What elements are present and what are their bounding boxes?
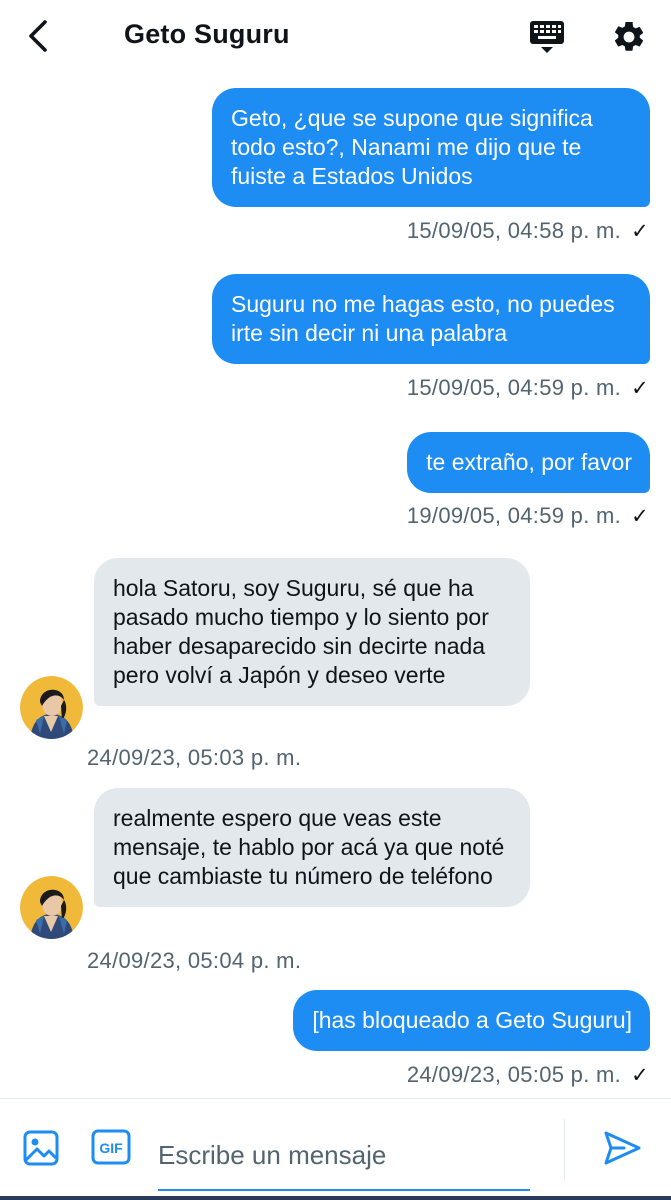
conversation-header: Geto Suguru [0, 0, 671, 76]
sent-check-icon: ✓ [631, 505, 649, 528]
message-text: Suguru no me hagas esto, no puedes irte … [231, 291, 615, 346]
image-icon [23, 1130, 59, 1166]
message-meta: 15/09/05, 04:59 p. m. ✓ [407, 375, 649, 401]
message-meta: 24/09/23, 05:05 p. m. ✓ [407, 1062, 649, 1088]
message-timestamp: 24/09/23, 05:03 p. m. [87, 745, 302, 770]
send-icon [604, 1131, 641, 1165]
keyboard-icon [530, 21, 564, 53]
sent-check-icon: ✓ [631, 377, 649, 400]
sent-check-icon: ✓ [631, 1064, 649, 1087]
add-gif-button[interactable]: GIF [91, 1129, 131, 1165]
message-meta: 19/09/05, 04:59 p. m. ✓ [407, 503, 649, 529]
message-text: Geto, ¿que se supone que significa todo … [231, 105, 593, 189]
send-button[interactable] [602, 1129, 642, 1167]
conversation-title: Geto Suguru [124, 19, 290, 49]
dm-conversation-screen: Geto Suguru Geto, ¿que se supone que sig… [0, 0, 671, 1200]
message-timestamp: 15/09/05, 04:59 p. m. [406, 375, 622, 400]
message-timestamp: 15/09/05, 04:58 p. m. [406, 218, 622, 243]
message-input[interactable] [158, 1121, 530, 1191]
message-meta: 15/09/05, 04:58 p. m. ✓ [407, 218, 649, 244]
gif-label: GIF [99, 1140, 123, 1156]
gif-icon: GIF [91, 1129, 131, 1165]
keyboard-toggle-button[interactable] [526, 16, 568, 58]
settings-button[interactable] [608, 16, 650, 58]
sent-check-icon: ✓ [631, 220, 649, 243]
outgoing-message-bubble[interactable]: Suguru no me hagas esto, no puedes irte … [212, 274, 650, 364]
avatar-image [20, 676, 83, 739]
outgoing-message-bubble[interactable]: Geto, ¿que se supone que significa todo … [212, 88, 650, 207]
message-text: [has bloqueado a Geto Suguru] [312, 1007, 632, 1033]
avatar[interactable] [20, 876, 83, 939]
avatar-image [20, 876, 83, 939]
incoming-message-bubble[interactable]: realmente espero que veas este mensaje, … [94, 788, 530, 907]
message-text: realmente espero que veas este mensaje, … [113, 805, 505, 889]
incoming-message-bubble[interactable]: hola Satoru, soy Suguru, sé que ha pasad… [94, 558, 530, 706]
message-text: hola Satoru, soy Suguru, sé que ha pasad… [113, 575, 489, 688]
message-timestamp: 24/09/23, 05:04 p. m. [87, 948, 302, 973]
avatar[interactable] [20, 676, 83, 739]
outgoing-message-bubble[interactable]: [has bloqueado a Geto Suguru] [293, 990, 650, 1051]
outgoing-message-bubble[interactable]: te extraño, por favor [407, 432, 650, 493]
message-timestamp: 19/09/05, 04:59 p. m. [406, 503, 622, 528]
back-button[interactable] [20, 16, 56, 56]
message-composer: GIF [0, 1098, 671, 1200]
composer-divider [564, 1119, 565, 1181]
message-timestamp: 24/09/23, 05:05 p. m. [406, 1062, 622, 1087]
bottom-edge-bar [0, 1196, 671, 1200]
message-text: te extraño, por favor [426, 449, 632, 475]
chevron-left-icon [29, 20, 47, 52]
gear-icon [614, 21, 644, 51]
add-image-button[interactable] [22, 1129, 60, 1167]
